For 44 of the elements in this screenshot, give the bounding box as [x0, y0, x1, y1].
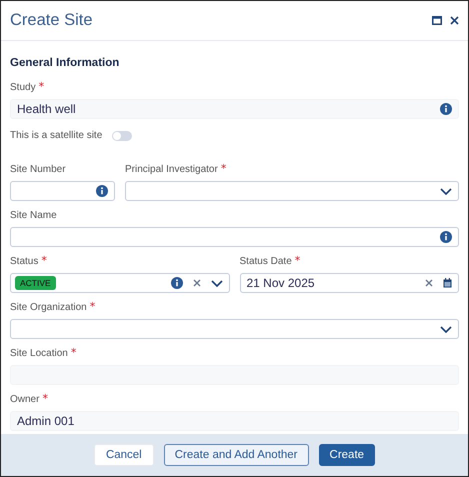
select-field[interactable]: [10, 319, 459, 339]
field-label: Status: [10, 255, 38, 269]
select-field[interactable]: ACTIVE: [10, 273, 230, 293]
required-mark: *: [42, 393, 48, 405]
field-label: Owner: [10, 393, 40, 407]
info-icon[interactable]: [440, 103, 452, 115]
required-mark: *: [70, 347, 76, 359]
create-button[interactable]: Create: [318, 444, 376, 466]
maximize-icon[interactable]: [432, 16, 442, 25]
field-label: Status Date: [240, 255, 292, 269]
info-icon[interactable]: [440, 231, 452, 243]
window-title: Create Site: [10, 11, 93, 30]
chevron-down-icon[interactable]: [440, 326, 452, 332]
field-label: Site Organization: [10, 301, 87, 315]
chevron-down-icon[interactable]: [210, 280, 222, 286]
clear-icon[interactable]: [425, 279, 433, 287]
calendar-icon[interactable]: [443, 278, 452, 288]
input-field[interactable]: [10, 227, 459, 247]
chevron-down-icon[interactable]: [440, 188, 452, 194]
readonly-field[interactable]: Admin 001: [10, 411, 459, 431]
close-icon[interactable]: [450, 16, 459, 25]
select-field[interactable]: [125, 181, 459, 201]
status-chip: ACTIVE: [15, 276, 56, 290]
field-label: Study: [10, 81, 36, 95]
required-mark: *: [41, 255, 47, 267]
info-icon[interactable]: [170, 277, 182, 289]
toggle-switch[interactable]: [112, 131, 132, 141]
input-field[interactable]: [10, 181, 115, 201]
field-label: Site Location: [10, 347, 68, 361]
date-field[interactable]: 21 Nov 2025: [240, 273, 459, 293]
clear-icon[interactable]: [192, 279, 200, 287]
create-another-button[interactable]: Create and Add Another: [164, 444, 309, 466]
section-heading: General Information: [10, 57, 120, 69]
field-label: Principal Investigator: [125, 163, 218, 177]
field-label: Site Number: [10, 163, 66, 177]
info-icon[interactable]: [96, 185, 108, 197]
field-label: This is a satellite site: [10, 129, 102, 143]
required-mark: *: [90, 301, 96, 313]
readonly-field[interactable]: Health well: [10, 99, 459, 119]
field-label: Site Name: [10, 209, 57, 223]
cancel-button[interactable]: Cancel: [94, 444, 154, 466]
required-mark: *: [294, 255, 300, 267]
required-mark: *: [220, 163, 226, 175]
required-mark: *: [38, 81, 44, 93]
